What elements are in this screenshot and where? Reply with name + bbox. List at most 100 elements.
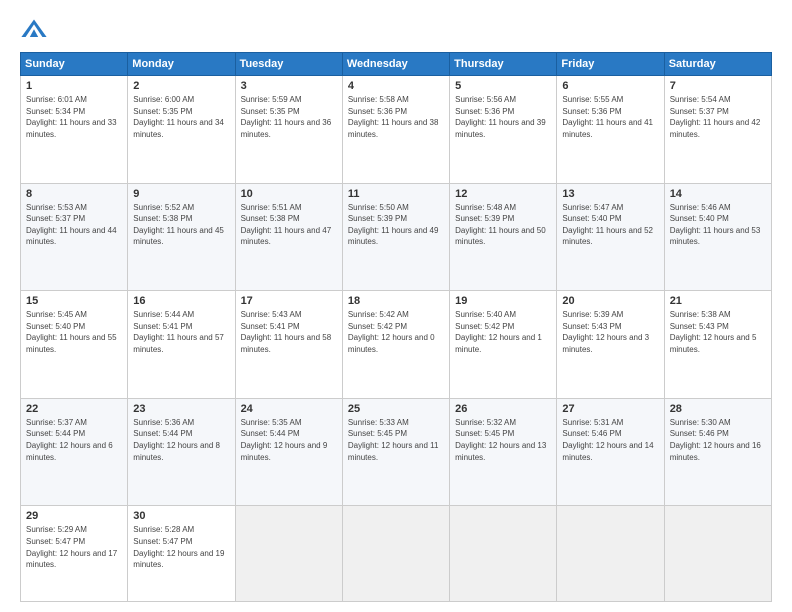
logo — [20, 16, 52, 44]
day-detail: Sunrise: 5:45 AMSunset: 5:40 PMDaylight:… — [26, 310, 117, 354]
day-detail: Sunrise: 5:50 AMSunset: 5:39 PMDaylight:… — [348, 203, 439, 247]
calendar-cell: 4 Sunrise: 5:58 AMSunset: 5:36 PMDayligh… — [342, 76, 449, 184]
day-detail: Sunrise: 5:43 AMSunset: 5:41 PMDaylight:… — [241, 310, 332, 354]
calendar-cell: 25 Sunrise: 5:33 AMSunset: 5:45 PMDaylig… — [342, 398, 449, 506]
calendar-row: 8 Sunrise: 5:53 AMSunset: 5:37 PMDayligh… — [21, 183, 772, 291]
calendar-cell — [450, 506, 557, 602]
calendar-row: 22 Sunrise: 5:37 AMSunset: 5:44 PMDaylig… — [21, 398, 772, 506]
day-detail: Sunrise: 5:31 AMSunset: 5:46 PMDaylight:… — [562, 418, 653, 462]
calendar-cell: 1 Sunrise: 6:01 AMSunset: 5:34 PMDayligh… — [21, 76, 128, 184]
calendar-header-row: SundayMondayTuesdayWednesdayThursdayFrid… — [21, 53, 772, 76]
calendar-cell: 26 Sunrise: 5:32 AMSunset: 5:45 PMDaylig… — [450, 398, 557, 506]
day-detail: Sunrise: 5:33 AMSunset: 5:45 PMDaylight:… — [348, 418, 439, 462]
calendar-cell: 8 Sunrise: 5:53 AMSunset: 5:37 PMDayligh… — [21, 183, 128, 291]
day-detail: Sunrise: 5:32 AMSunset: 5:45 PMDaylight:… — [455, 418, 546, 462]
day-number: 20 — [562, 295, 658, 307]
calendar-row: 29 Sunrise: 5:29 AMSunset: 5:47 PMDaylig… — [21, 506, 772, 602]
calendar-cell: 5 Sunrise: 5:56 AMSunset: 5:36 PMDayligh… — [450, 76, 557, 184]
calendar-cell: 14 Sunrise: 5:46 AMSunset: 5:40 PMDaylig… — [664, 183, 771, 291]
day-detail: Sunrise: 5:53 AMSunset: 5:37 PMDaylight:… — [26, 203, 117, 247]
day-number: 7 — [670, 80, 766, 92]
calendar-cell: 24 Sunrise: 5:35 AMSunset: 5:44 PMDaylig… — [235, 398, 342, 506]
day-number: 19 — [455, 295, 551, 307]
day-number: 4 — [348, 80, 444, 92]
calendar-cell — [342, 506, 449, 602]
calendar-cell: 13 Sunrise: 5:47 AMSunset: 5:40 PMDaylig… — [557, 183, 664, 291]
day-number: 30 — [133, 510, 229, 522]
day-number: 21 — [670, 295, 766, 307]
day-detail: Sunrise: 5:58 AMSunset: 5:36 PMDaylight:… — [348, 95, 439, 139]
calendar-cell — [235, 506, 342, 602]
calendar-day-header: Wednesday — [342, 53, 449, 76]
page: SundayMondayTuesdayWednesdayThursdayFrid… — [0, 0, 792, 612]
calendar-cell — [557, 506, 664, 602]
calendar-row: 1 Sunrise: 6:01 AMSunset: 5:34 PMDayligh… — [21, 76, 772, 184]
day-detail: Sunrise: 5:56 AMSunset: 5:36 PMDaylight:… — [455, 95, 546, 139]
day-detail: Sunrise: 5:42 AMSunset: 5:42 PMDaylight:… — [348, 310, 435, 354]
day-detail: Sunrise: 6:00 AMSunset: 5:35 PMDaylight:… — [133, 95, 224, 139]
calendar-table: SundayMondayTuesdayWednesdayThursdayFrid… — [20, 52, 772, 602]
day-detail: Sunrise: 5:55 AMSunset: 5:36 PMDaylight:… — [562, 95, 653, 139]
day-detail: Sunrise: 5:35 AMSunset: 5:44 PMDaylight:… — [241, 418, 328, 462]
day-number: 17 — [241, 295, 337, 307]
calendar-cell: 21 Sunrise: 5:38 AMSunset: 5:43 PMDaylig… — [664, 291, 771, 399]
calendar-cell: 3 Sunrise: 5:59 AMSunset: 5:35 PMDayligh… — [235, 76, 342, 184]
day-number: 23 — [133, 403, 229, 415]
day-number: 22 — [26, 403, 122, 415]
calendar-day-header: Tuesday — [235, 53, 342, 76]
day-detail: Sunrise: 5:29 AMSunset: 5:47 PMDaylight:… — [26, 525, 117, 569]
calendar-cell: 19 Sunrise: 5:40 AMSunset: 5:42 PMDaylig… — [450, 291, 557, 399]
day-detail: Sunrise: 5:51 AMSunset: 5:38 PMDaylight:… — [241, 203, 332, 247]
day-number: 13 — [562, 188, 658, 200]
day-number: 16 — [133, 295, 229, 307]
calendar-cell: 29 Sunrise: 5:29 AMSunset: 5:47 PMDaylig… — [21, 506, 128, 602]
day-number: 15 — [26, 295, 122, 307]
calendar-cell: 7 Sunrise: 5:54 AMSunset: 5:37 PMDayligh… — [664, 76, 771, 184]
logo-icon — [20, 16, 48, 44]
header — [20, 16, 772, 44]
calendar-day-header: Thursday — [450, 53, 557, 76]
day-detail: Sunrise: 5:44 AMSunset: 5:41 PMDaylight:… — [133, 310, 224, 354]
calendar-cell: 9 Sunrise: 5:52 AMSunset: 5:38 PMDayligh… — [128, 183, 235, 291]
day-number: 18 — [348, 295, 444, 307]
day-number: 29 — [26, 510, 122, 522]
day-number: 6 — [562, 80, 658, 92]
day-detail: Sunrise: 5:28 AMSunset: 5:47 PMDaylight:… — [133, 525, 224, 569]
day-number: 1 — [26, 80, 122, 92]
day-number: 11 — [348, 188, 444, 200]
day-number: 14 — [670, 188, 766, 200]
day-detail: Sunrise: 5:52 AMSunset: 5:38 PMDaylight:… — [133, 203, 224, 247]
day-number: 9 — [133, 188, 229, 200]
calendar-day-header: Monday — [128, 53, 235, 76]
calendar-cell: 23 Sunrise: 5:36 AMSunset: 5:44 PMDaylig… — [128, 398, 235, 506]
day-detail: Sunrise: 5:36 AMSunset: 5:44 PMDaylight:… — [133, 418, 220, 462]
calendar-cell: 15 Sunrise: 5:45 AMSunset: 5:40 PMDaylig… — [21, 291, 128, 399]
day-number: 8 — [26, 188, 122, 200]
day-detail: Sunrise: 5:54 AMSunset: 5:37 PMDaylight:… — [670, 95, 761, 139]
day-number: 5 — [455, 80, 551, 92]
calendar-day-header: Sunday — [21, 53, 128, 76]
calendar-cell: 10 Sunrise: 5:51 AMSunset: 5:38 PMDaylig… — [235, 183, 342, 291]
day-number: 25 — [348, 403, 444, 415]
day-detail: Sunrise: 5:59 AMSunset: 5:35 PMDaylight:… — [241, 95, 332, 139]
calendar-cell: 28 Sunrise: 5:30 AMSunset: 5:46 PMDaylig… — [664, 398, 771, 506]
day-detail: Sunrise: 5:47 AMSunset: 5:40 PMDaylight:… — [562, 203, 653, 247]
calendar-cell: 22 Sunrise: 5:37 AMSunset: 5:44 PMDaylig… — [21, 398, 128, 506]
day-number: 26 — [455, 403, 551, 415]
day-number: 10 — [241, 188, 337, 200]
day-number: 28 — [670, 403, 766, 415]
day-number: 27 — [562, 403, 658, 415]
day-number: 2 — [133, 80, 229, 92]
day-detail: Sunrise: 5:39 AMSunset: 5:43 PMDaylight:… — [562, 310, 649, 354]
calendar-cell: 30 Sunrise: 5:28 AMSunset: 5:47 PMDaylig… — [128, 506, 235, 602]
day-number: 24 — [241, 403, 337, 415]
day-detail: Sunrise: 5:37 AMSunset: 5:44 PMDaylight:… — [26, 418, 113, 462]
day-detail: Sunrise: 5:48 AMSunset: 5:39 PMDaylight:… — [455, 203, 546, 247]
day-number: 12 — [455, 188, 551, 200]
calendar-cell: 11 Sunrise: 5:50 AMSunset: 5:39 PMDaylig… — [342, 183, 449, 291]
calendar-cell: 27 Sunrise: 5:31 AMSunset: 5:46 PMDaylig… — [557, 398, 664, 506]
calendar-row: 15 Sunrise: 5:45 AMSunset: 5:40 PMDaylig… — [21, 291, 772, 399]
calendar-cell: 18 Sunrise: 5:42 AMSunset: 5:42 PMDaylig… — [342, 291, 449, 399]
calendar-cell: 17 Sunrise: 5:43 AMSunset: 5:41 PMDaylig… — [235, 291, 342, 399]
calendar-cell: 12 Sunrise: 5:48 AMSunset: 5:39 PMDaylig… — [450, 183, 557, 291]
